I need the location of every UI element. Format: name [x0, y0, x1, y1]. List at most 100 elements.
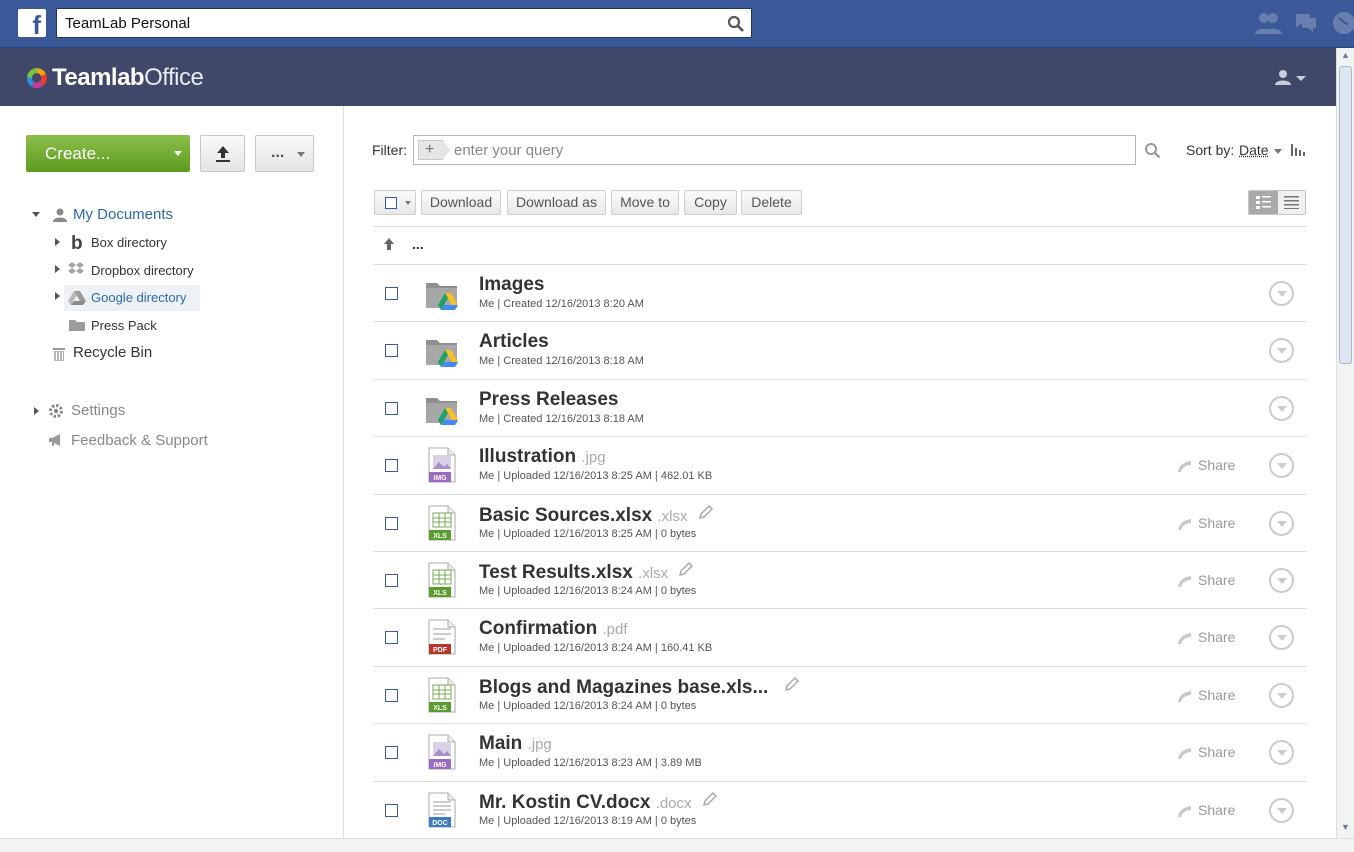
pencil-icon[interactable]	[678, 561, 694, 577]
file-row[interactable]: Press Releases Me | Created 12/16/2013 8…	[373, 379, 1307, 436]
tree-recycle-bin[interactable]: Recycle Bin	[73, 344, 152, 361]
file-name[interactable]: Confirmation .pdf	[479, 618, 628, 640]
row-checkbox[interactable]	[385, 574, 398, 587]
add-filter-button[interactable]: +	[418, 140, 450, 160]
row-menu-button[interactable]	[1269, 798, 1294, 823]
row-menu-button[interactable]	[1269, 568, 1294, 593]
delete-button[interactable]: Delete	[741, 190, 802, 215]
file-name[interactable]: Images	[479, 274, 544, 296]
file-row[interactable]: Articles Me | Created 12/16/2013 8:18 AM	[373, 321, 1307, 378]
row-menu-button[interactable]	[1269, 511, 1294, 536]
tree-dropbox-directory[interactable]: Dropbox directory	[91, 263, 194, 278]
create-button[interactable]: Create...	[26, 135, 190, 172]
row-checkbox[interactable]	[385, 287, 398, 300]
row-menu-button[interactable]	[1269, 396, 1294, 421]
file-row[interactable]: XLS Blogs and Magazines base.xls... Me | …	[373, 666, 1307, 723]
file-name[interactable]: Basic Sources.xlsx .xlsx	[479, 504, 714, 527]
vertical-scrollbar[interactable]: ▲ ▼	[1336, 48, 1354, 838]
row-menu-button[interactable]	[1269, 740, 1294, 765]
horizontal-scrollbar[interactable]	[0, 838, 1354, 852]
chevron-down-icon[interactable]	[1274, 149, 1282, 154]
list-view-compact-button[interactable]	[1249, 191, 1278, 214]
row-checkbox[interactable]	[385, 402, 398, 415]
row-checkbox[interactable]	[385, 517, 398, 530]
settings-link[interactable]: Settings	[71, 402, 125, 419]
row-checkbox[interactable]	[385, 689, 398, 702]
friend-requests-icon[interactable]	[1254, 10, 1282, 36]
sort-by-dropdown[interactable]: Date	[1239, 142, 1269, 158]
download-button[interactable]: Download	[421, 190, 501, 215]
expand-box-icon[interactable]	[55, 238, 60, 246]
file-row[interactable]: Images Me | Created 12/16/2013 8:20 AM	[373, 264, 1307, 321]
share-button[interactable]: Share	[1177, 802, 1235, 818]
pencil-icon[interactable]	[784, 676, 800, 692]
facebook-logo[interactable]: f	[18, 9, 46, 37]
more-actions-button[interactable]: ...	[255, 135, 314, 172]
file-row[interactable]: XLS Test Results.xlsx .xlsx Me | Uploaded …	[373, 551, 1307, 608]
notifications-icon[interactable]	[1330, 10, 1354, 36]
file-row[interactable]: IMG Illustration .jpg Me | Uploaded 12/16/…	[373, 436, 1307, 493]
row-checkbox[interactable]	[385, 459, 398, 472]
select-all-dropdown[interactable]	[374, 190, 416, 215]
row-menu-button[interactable]	[1269, 338, 1294, 363]
filter-input[interactable]: + enter your query	[413, 135, 1136, 165]
select-all-checkbox[interactable]	[385, 197, 397, 209]
pencil-icon[interactable]	[698, 504, 714, 520]
share-button[interactable]: Share	[1177, 572, 1235, 588]
search-icon[interactable]	[1144, 142, 1161, 159]
file-name[interactable]: Press Releases	[479, 389, 618, 411]
file-meta: Me | Uploaded 12/16/2013 8:24 AM | 0 byt…	[479, 700, 696, 712]
scroll-thumb[interactable]	[1339, 66, 1352, 364]
file-name[interactable]: Test Results.xlsx .xlsx	[479, 561, 694, 584]
file-name-text: Mr. Kostin CV.docx	[479, 792, 650, 813]
arrow-up-icon	[383, 237, 396, 252]
sort-order-icon[interactable]	[1291, 144, 1305, 156]
expand-google-icon[interactable]	[55, 292, 60, 300]
share-button[interactable]: Share	[1177, 744, 1235, 760]
row-menu-button[interactable]	[1269, 683, 1294, 708]
feedback-support-link[interactable]: Feedback & Support	[71, 432, 208, 449]
share-button[interactable]: Share	[1177, 515, 1235, 531]
tree-my-documents[interactable]: My Documents	[73, 206, 173, 223]
row-checkbox[interactable]	[385, 746, 398, 759]
list-view-lines-button[interactable]	[1278, 191, 1306, 214]
parent-folder-row[interactable]: ...	[373, 226, 1307, 264]
search-icon[interactable]	[727, 15, 745, 33]
row-checkbox[interactable]	[385, 344, 398, 357]
tree-press-pack[interactable]: Press Pack	[91, 318, 157, 333]
tree-box-directory[interactable]: Box directory	[91, 235, 167, 250]
file-name[interactable]: Illustration .jpg	[479, 446, 606, 468]
tree-google-directory[interactable]: Google directory	[91, 290, 186, 305]
download-as-button[interactable]: Download as	[507, 190, 606, 215]
user-menu[interactable]	[1272, 68, 1308, 88]
chevron-down-icon	[297, 152, 305, 157]
file-row[interactable]: XLS Basic Sources.xlsx .xlsx Me | Uploaded…	[373, 494, 1307, 551]
upload-button[interactable]	[200, 135, 245, 172]
share-button[interactable]: Share	[1177, 687, 1235, 703]
scroll-up-button[interactable]: ▲	[1339, 50, 1352, 63]
messages-icon[interactable]	[1292, 10, 1320, 36]
share-button[interactable]: Share	[1177, 629, 1235, 645]
file-name[interactable]: Blogs and Magazines base.xls...	[479, 676, 800, 699]
row-menu-button[interactable]	[1269, 625, 1294, 650]
expand-dropbox-icon[interactable]	[55, 265, 60, 273]
pencil-icon[interactable]	[702, 791, 718, 807]
file-row[interactable]: PDF Confirmation .pdf Me | Uploaded 12/16/…	[373, 608, 1307, 665]
copy-button[interactable]: Copy	[684, 190, 737, 215]
file-name[interactable]: Mr. Kostin CV.docx .docx	[479, 791, 718, 814]
row-menu-button[interactable]	[1269, 281, 1294, 306]
file-row[interactable]: DOC Mr. Kostin CV.docx .docx Me | Uploaded…	[373, 781, 1307, 838]
row-checkbox[interactable]	[385, 804, 398, 817]
file-name[interactable]: Articles	[479, 331, 549, 353]
file-row[interactable]: IMG Main .jpg Me | Uploaded 12/16/2013 8:2…	[373, 723, 1307, 780]
collapse-my-documents-icon[interactable]	[32, 212, 40, 217]
teamlab-logo[interactable]: Teamlab Office	[26, 66, 203, 90]
file-name[interactable]: Main .jpg	[479, 733, 552, 755]
move-to-button[interactable]: Move to	[611, 190, 679, 215]
row-checkbox[interactable]	[385, 631, 398, 644]
row-menu-button[interactable]	[1269, 453, 1294, 478]
facebook-search-input[interactable]: TeamLab Personal	[56, 8, 752, 38]
scroll-down-button[interactable]: ▼	[1339, 822, 1352, 835]
share-button[interactable]: Share	[1177, 457, 1235, 473]
expand-settings-icon[interactable]	[34, 407, 39, 415]
